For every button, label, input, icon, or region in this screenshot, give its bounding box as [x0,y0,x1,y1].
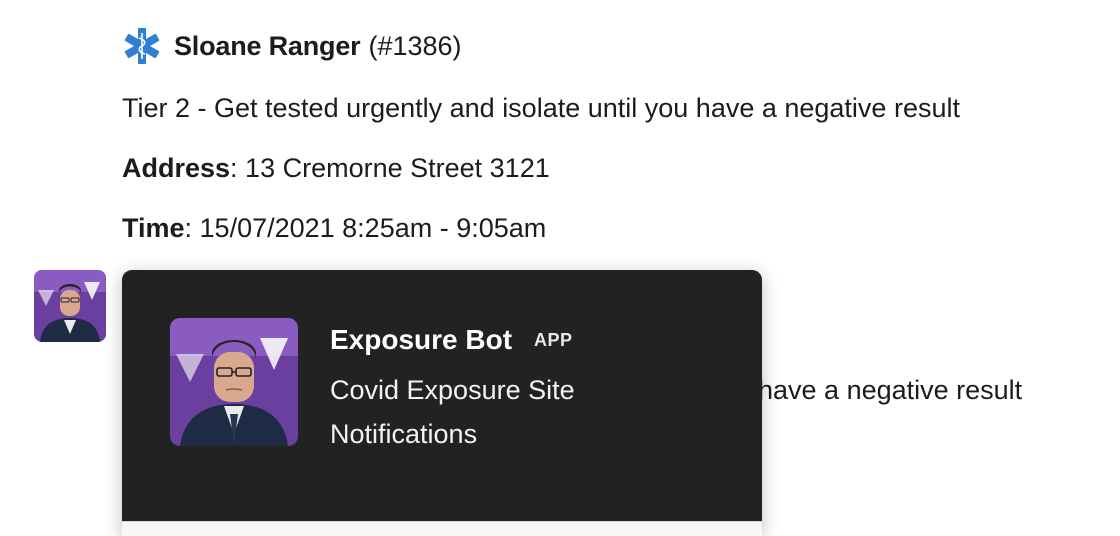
sender-id: (#1386) [368,30,462,61]
avatar[interactable] [34,270,106,342]
time-line: Time: 15/07/2021 8:25am - 9:05am [122,210,1100,246]
tier-line: Tier 2 - Get tested urgently and isolate… [122,93,960,123]
bot-description: Covid Exposure Site Notifications [330,375,575,449]
hover-card-avatar[interactable] [170,318,298,446]
medical-star-icon [122,26,162,66]
time-label: Time [122,213,185,243]
address-line: Address: 13 Cremorne Street 3121 [122,150,1100,186]
bot-avatar-image [34,270,106,342]
hover-card-footer [122,521,762,536]
address-value: : 13 Cremorne Street 3121 [230,153,550,183]
profile-hover-card[interactable]: Exposure Bot APP Covid Exposure Site Not… [122,270,762,536]
time-value: : 15/07/2021 8:25am - 9:05am [184,213,547,243]
bot-name[interactable]: Exposure Bot [330,322,512,358]
message-2-visible-text: have a negative result [758,375,1023,405]
sender-name[interactable]: Sloane Ranger [174,31,361,62]
app-badge: APP [534,329,573,350]
hover-card-info: Exposure Bot APP Covid Exposure Site Not… [330,322,630,456]
address-label: Address [122,153,231,183]
slack-channel-view: Sloane Ranger (#1386) Tier 2 - Get teste… [0,0,1120,536]
bot-avatar-image [170,318,298,446]
hover-card-title-row: Exposure Bot APP [330,322,630,358]
message-exposure-site: Sloane Ranger (#1386) Tier 2 - Get teste… [122,22,1100,246]
message-header: Sloane Ranger (#1386) [122,22,1100,70]
